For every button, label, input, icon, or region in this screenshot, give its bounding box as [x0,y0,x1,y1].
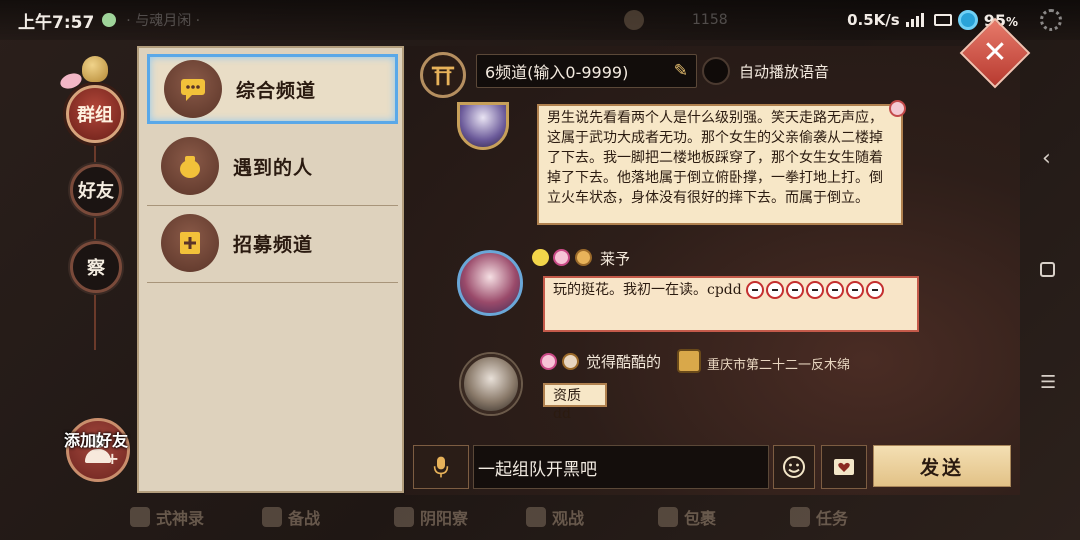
divider [147,205,398,206]
channel-number-input[interactable]: 6频道(输入0-9999) ✎ [476,54,697,88]
nav-item-bag[interactable]: 包裹 [658,505,790,529]
sender-name: 莱予 [600,250,631,268]
heart-card-icon [834,459,854,475]
rank-badge-icon [562,353,579,370]
female-badge-icon [540,353,557,370]
send-button[interactable]: 发送 [873,445,1011,487]
rank-badge-icon [575,249,592,266]
sim-icon [933,14,952,26]
channel-item-met-people[interactable]: 遇到的人 [147,131,398,201]
group-tab[interactable]: 群组 [66,85,124,143]
channel-list: 综合频道 遇到的人 招募频道 [137,46,404,493]
message-bubble: 资质dd [543,383,607,422]
background-title: · 与魂月闲 · [126,13,201,29]
home-nav-icon[interactable] [1040,262,1055,277]
female-badge-icon [553,249,570,266]
close-icon: ✕ [982,35,1008,70]
observe-tab[interactable]: 察 [70,241,122,293]
nav-item-tasks[interactable]: 任务 [790,505,922,529]
sticker-icon [889,100,906,117]
nav-item-shikigami[interactable]: 式神录 [130,505,262,529]
channel-label: 综合频道 [236,79,317,102]
divider [147,282,398,283]
signal-icon [905,13,924,27]
input-bar: 一起组队开黑吧 发送 [413,445,1015,489]
status-time: 上午7:57 [18,12,95,33]
eye-icon [526,507,546,527]
status-indicators: 0.5K/s 95% [847,0,1062,40]
voice-input-button[interactable] [413,445,469,489]
favorites-button[interactable] [821,445,867,489]
avatar[interactable] [457,102,509,150]
bell-icon [82,56,108,82]
chat-bubble-icon [164,60,222,118]
torii-icon [394,507,414,527]
shikigami-icon [130,507,150,527]
samurai-helmet-icon [677,349,701,373]
coin-icon [624,10,644,30]
torii-icon[interactable] [420,52,466,98]
message-input[interactable]: 一起组队开黑吧 [473,445,769,489]
bag-icon [161,137,219,195]
emoji-sticker-icon [746,281,886,299]
bottom-game-nav: 式神录 备战 阴阳寮 观战 包裹 任务 [130,498,990,536]
message-bubble: 男生说先看看两个人是什么级别强。笑天走路无声应，这属于武功大成者无功。那个女生的… [537,104,903,225]
channel-label: 招募频道 [233,233,314,256]
sender-location: 重庆市第二十二一反木绵 [707,358,851,373]
message-text: 玩的挺花。我初一在读。cpdd [553,282,742,298]
bag-icon [658,507,678,527]
pencil-icon: ✎ [673,61,688,81]
menu-nav-icon[interactable]: ☰ [1040,372,1056,393]
background-count: 1158 [692,12,728,28]
auto-voice-label: 自动播放语音 [739,63,830,81]
emoji-button[interactable] [773,445,815,489]
sender-name: 觉得酷酷的 [586,353,662,371]
avatar[interactable] [457,250,523,316]
android-notification-icon [102,13,117,27]
back-nav-icon[interactable]: ‹ [1042,146,1051,171]
scroll-icon [790,507,810,527]
channel-item-recruit[interactable]: 招募频道 [147,208,398,278]
nav-item-prepare[interactable]: 备战 [262,505,394,529]
friends-tab[interactable]: 好友 [70,164,122,216]
channel-item-general[interactable]: 综合频道 [147,54,398,124]
network-speed: 0.5K/s [847,11,900,29]
smiley-icon [783,456,805,478]
message-bubble: 玩的挺花。我初一在读。cpdd [543,276,919,332]
status-bar: 上午7:57 · 与魂月闲 · 1158 0.5K/s 95% [0,0,1080,40]
battery-icon [957,10,978,30]
channel-label: 遇到的人 [233,156,314,179]
swords-icon [262,507,282,527]
chat-area: 6频道(输入0-9999) ✎ 自动播放语音 男生说先看看两个人是什么级别强。笑… [405,46,1020,495]
gear-icon[interactable] [1040,9,1062,31]
recruit-banner-icon [161,214,219,272]
avatar[interactable] [461,354,521,414]
vip-badge-icon [532,249,549,266]
add-friend-label: 添加好友 [64,431,129,450]
nav-item-guild[interactable]: 阴阳寮 [394,505,526,529]
nav-item-spectate[interactable]: 观战 [526,505,658,529]
microphone-icon [433,456,449,478]
auto-voice-toggle[interactable] [702,57,730,85]
